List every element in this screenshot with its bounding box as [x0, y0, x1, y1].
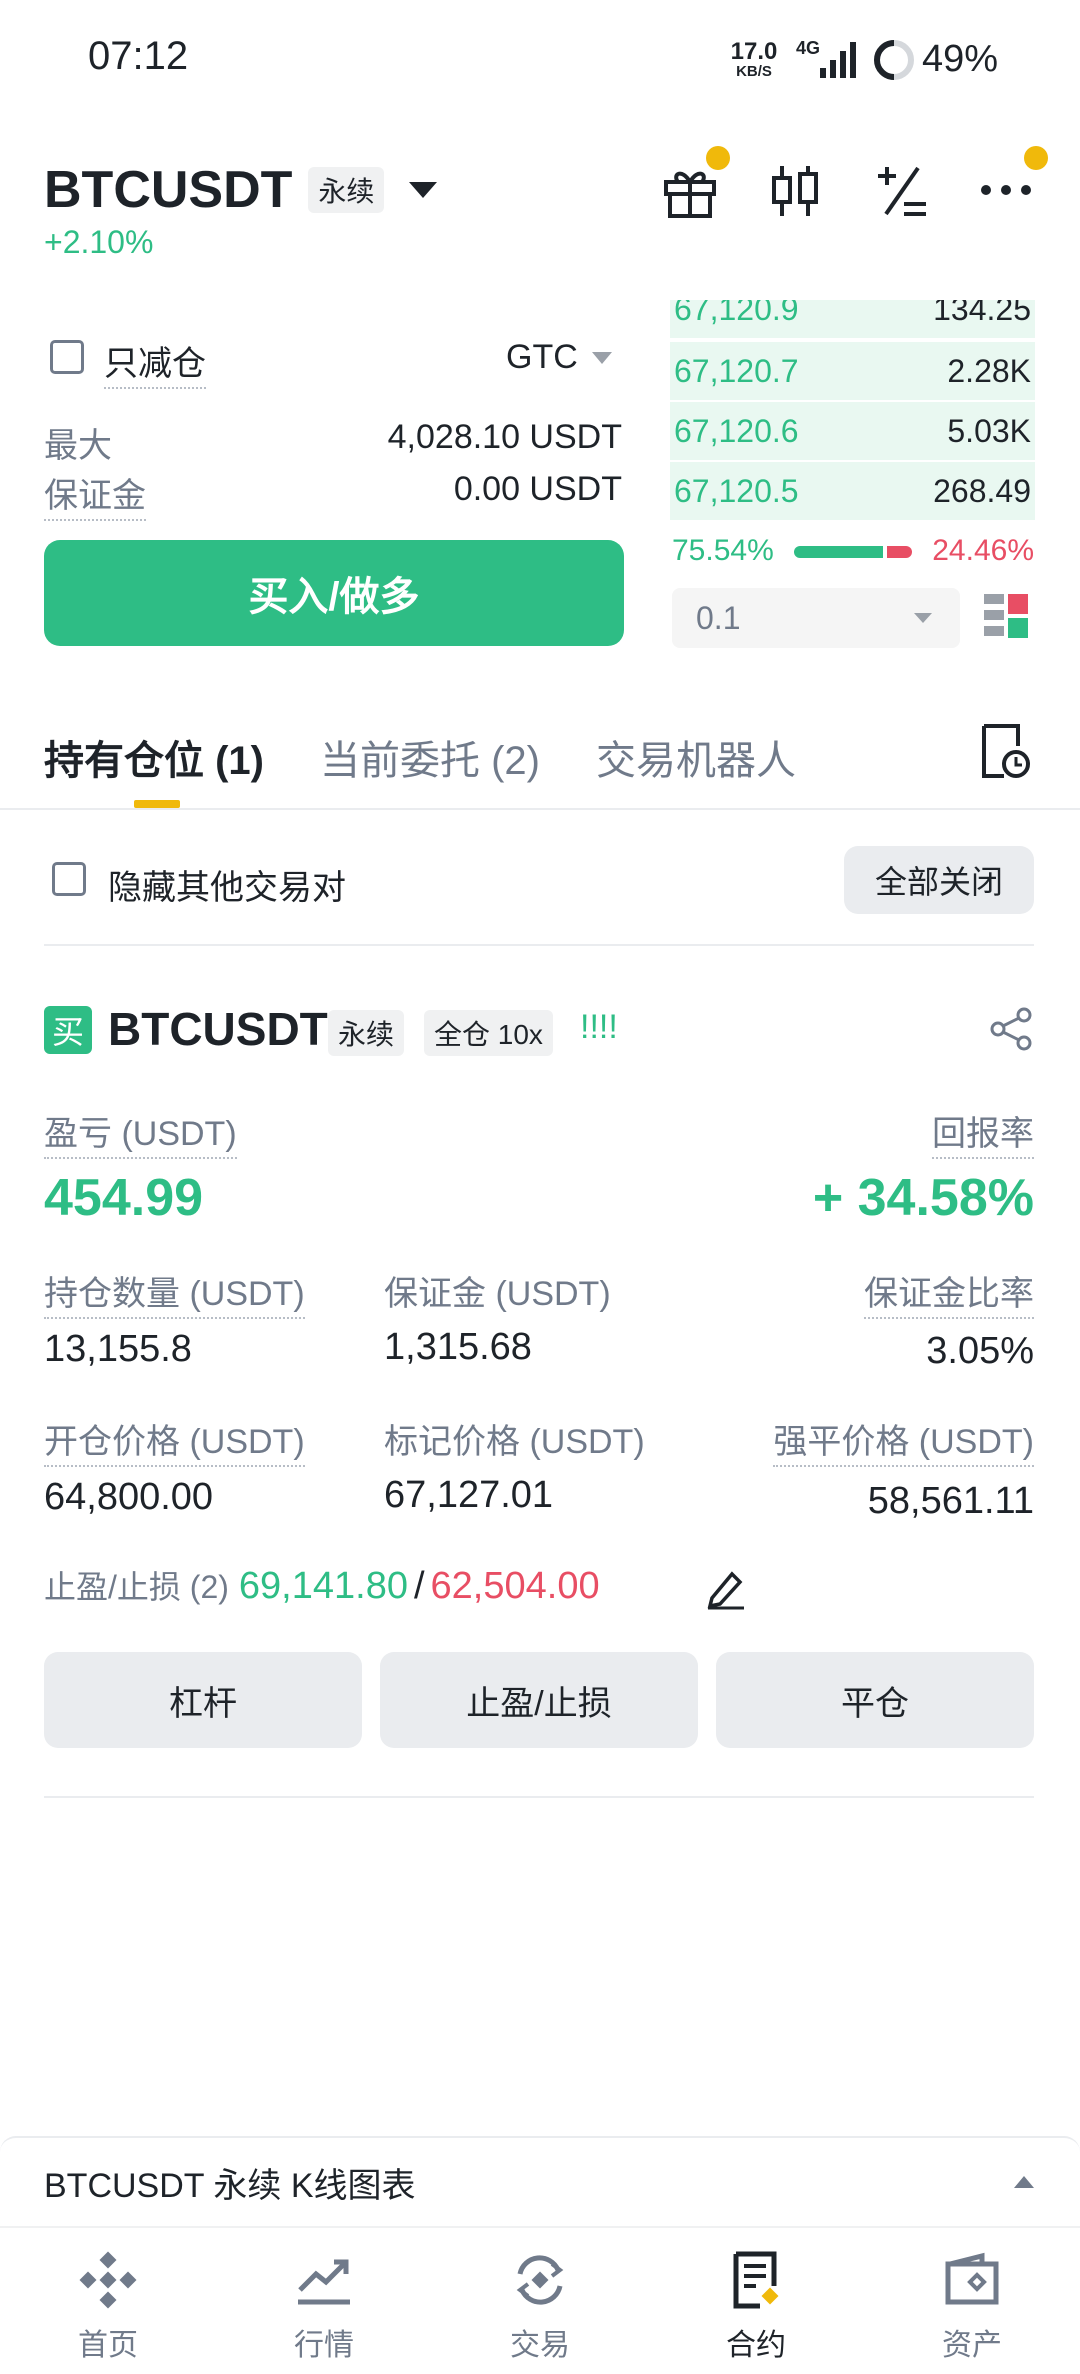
buy-ratio: 75.54%: [672, 534, 774, 567]
binance-logo-icon: [79, 2251, 137, 2309]
liq-price-label: 强平价格 (USDT): [773, 1414, 1034, 1467]
pnl-label: 盈亏 (USDT): [44, 1106, 237, 1159]
tpsl-label: 止盈/止损 (2): [44, 1569, 229, 1605]
position-margin-value: 1,315.68: [384, 1326, 532, 1368]
share-icon[interactable]: [988, 1006, 1034, 1052]
close-all-button[interactable]: 全部关闭: [844, 846, 1034, 914]
caret-down-icon: [409, 182, 438, 198]
book-row[interactable]: 67,120.6 5.03K: [670, 402, 1035, 460]
chevron-up-icon: [1014, 2176, 1034, 2188]
nav-home[interactable]: 首页: [0, 2250, 216, 2364]
nav-label: 合约: [726, 2329, 786, 2362]
position-margin-label: 保证金 (USDT): [384, 1275, 611, 1313]
ratio-bar-buy: [794, 546, 884, 558]
entry-price-value: 64,800.00: [44, 1476, 214, 1518]
ratio-bar-sell: [887, 546, 912, 558]
ratio-bar: [794, 546, 912, 558]
more-icon[interactable]: [978, 180, 1034, 200]
book-row[interactable]: 67,120.5 268.49: [670, 462, 1035, 520]
tpsl-button[interactable]: 止盈/止损: [380, 1652, 698, 1748]
close-position-button[interactable]: 平仓: [716, 1652, 1034, 1748]
entry-price-label: 开仓价格 (USDT): [44, 1414, 305, 1467]
roe-value: + 34.58%: [812, 1169, 1034, 1227]
nav-label: 行情: [294, 2329, 354, 2362]
candlestick-icon[interactable]: [768, 160, 824, 222]
market-chart-icon: [298, 2259, 350, 2305]
precision-value: 0.1: [696, 599, 741, 636]
side-badge: 买: [44, 1006, 92, 1054]
position-size-label: 持仓数量 (USDT): [44, 1266, 305, 1319]
nav-label: 首页: [78, 2329, 138, 2362]
order-history-icon[interactable]: [980, 722, 1032, 780]
notification-dot: [1024, 146, 1048, 170]
tab-open-orders[interactable]: 当前委托 (2): [320, 728, 540, 786]
tab-positions-label: 持有仓位 (1): [44, 739, 264, 783]
net-speed: 17.0 KB/S: [730, 38, 778, 80]
notification-dot: [706, 146, 730, 170]
nav-assets[interactable]: 资产: [864, 2250, 1080, 2364]
nav-futures[interactable]: 合约: [648, 2250, 864, 2364]
leverage-button[interactable]: 杠杆: [44, 1652, 362, 1748]
sell-ratio: 24.46%: [932, 534, 1034, 567]
stop-loss-value: 62,504.00: [430, 1565, 600, 1607]
buy-long-label: 买入/做多: [248, 575, 420, 619]
symbol-title: BTCUSDT: [44, 161, 293, 219]
nav-label: 交易: [510, 2329, 570, 2362]
kline-chart-bar[interactable]: BTCUSDT 永续 K线图表: [0, 2136, 1080, 2226]
position-contract-badge: 永续: [328, 1010, 405, 1056]
order-book: 67,120.9 134.25 67,120.7 2.28K 67,120.6 5.0…: [0, 300, 1080, 520]
tab-open-orders-label: 当前委托 (2): [320, 739, 540, 783]
gift-icon[interactable]: [660, 160, 722, 222]
tab-trading-bots-label: 交易机器人: [596, 739, 796, 783]
price-change: +2.10%: [44, 224, 154, 260]
book-row[interactable]: 67,120.9 134.25: [670, 300, 1035, 338]
book-layout-icon[interactable]: [982, 592, 1030, 642]
take-profit-value: 69,141.80: [238, 1565, 408, 1607]
pnl-value: 454.99: [44, 1169, 204, 1227]
hide-other-pairs-checkbox[interactable]: [52, 862, 86, 896]
buy-long-button[interactable]: 买入/做多: [44, 540, 624, 646]
battery-ring-icon: [874, 40, 914, 80]
adl-indicator: !!!!: [580, 1008, 618, 1046]
mark-price-value: 67,127.01: [384, 1474, 554, 1516]
kline-chart-label: BTCUSDT 永续 K线图表: [44, 2166, 416, 2205]
position-symbol[interactable]: BTCUSDT: [108, 1002, 328, 1056]
nav-markets[interactable]: 行情: [216, 2250, 432, 2364]
nav-trade[interactable]: 交易: [432, 2250, 648, 2364]
futures-doc-icon: [733, 2251, 779, 2309]
caret-down-icon: [914, 613, 932, 623]
calculator-icon[interactable]: [874, 160, 930, 222]
tabs-divider: [0, 808, 1080, 810]
status-bar: 07:12 17.0 KB/S 4G 49%: [0, 0, 1080, 110]
status-time: 07:12: [88, 34, 189, 78]
battery-percent: 49%: [922, 38, 999, 80]
book-row[interactable]: 67,120.7 2.28K: [670, 342, 1035, 400]
tab-active-indicator: [134, 800, 180, 808]
tab-trading-bots[interactable]: 交易机器人: [596, 728, 796, 786]
roe-label: 回报率: [932, 1106, 1034, 1159]
symbol-selector[interactable]: BTCUSDT 永续: [44, 160, 440, 220]
nav-label: 资产: [942, 2329, 1002, 2362]
margin-ratio-value: 3.05%: [926, 1330, 1034, 1372]
contract-type-badge: 永续: [308, 167, 385, 213]
margin-mode-badge[interactable]: 全仓 10x: [424, 1010, 553, 1056]
edit-pencil-icon[interactable]: [704, 1566, 748, 1610]
signal-icon: [820, 42, 856, 78]
liq-price-value: 58,561.11: [867, 1480, 1034, 1522]
margin-ratio-label: 保证金比率: [864, 1266, 1034, 1319]
precision-select[interactable]: 0.1: [672, 588, 960, 648]
network-type: 4G: [796, 38, 821, 58]
trade-exchange-icon: [516, 2255, 564, 2305]
section-divider: [44, 944, 1034, 946]
tpsl-row: 止盈/止损 (2) 69,141.80 / 62,504.00: [44, 1562, 600, 1608]
mark-price-label: 标记价格 (USDT): [384, 1423, 645, 1461]
tpsl-separator: /: [413, 1565, 425, 1607]
position-size-value: 13,155.8: [44, 1328, 192, 1370]
hide-other-pairs-label: 隐藏其他交易对: [108, 869, 346, 907]
card-divider: [44, 1796, 1034, 1798]
wallet-icon: [945, 2252, 999, 2305]
tab-positions[interactable]: 持有仓位 (1): [44, 728, 264, 786]
